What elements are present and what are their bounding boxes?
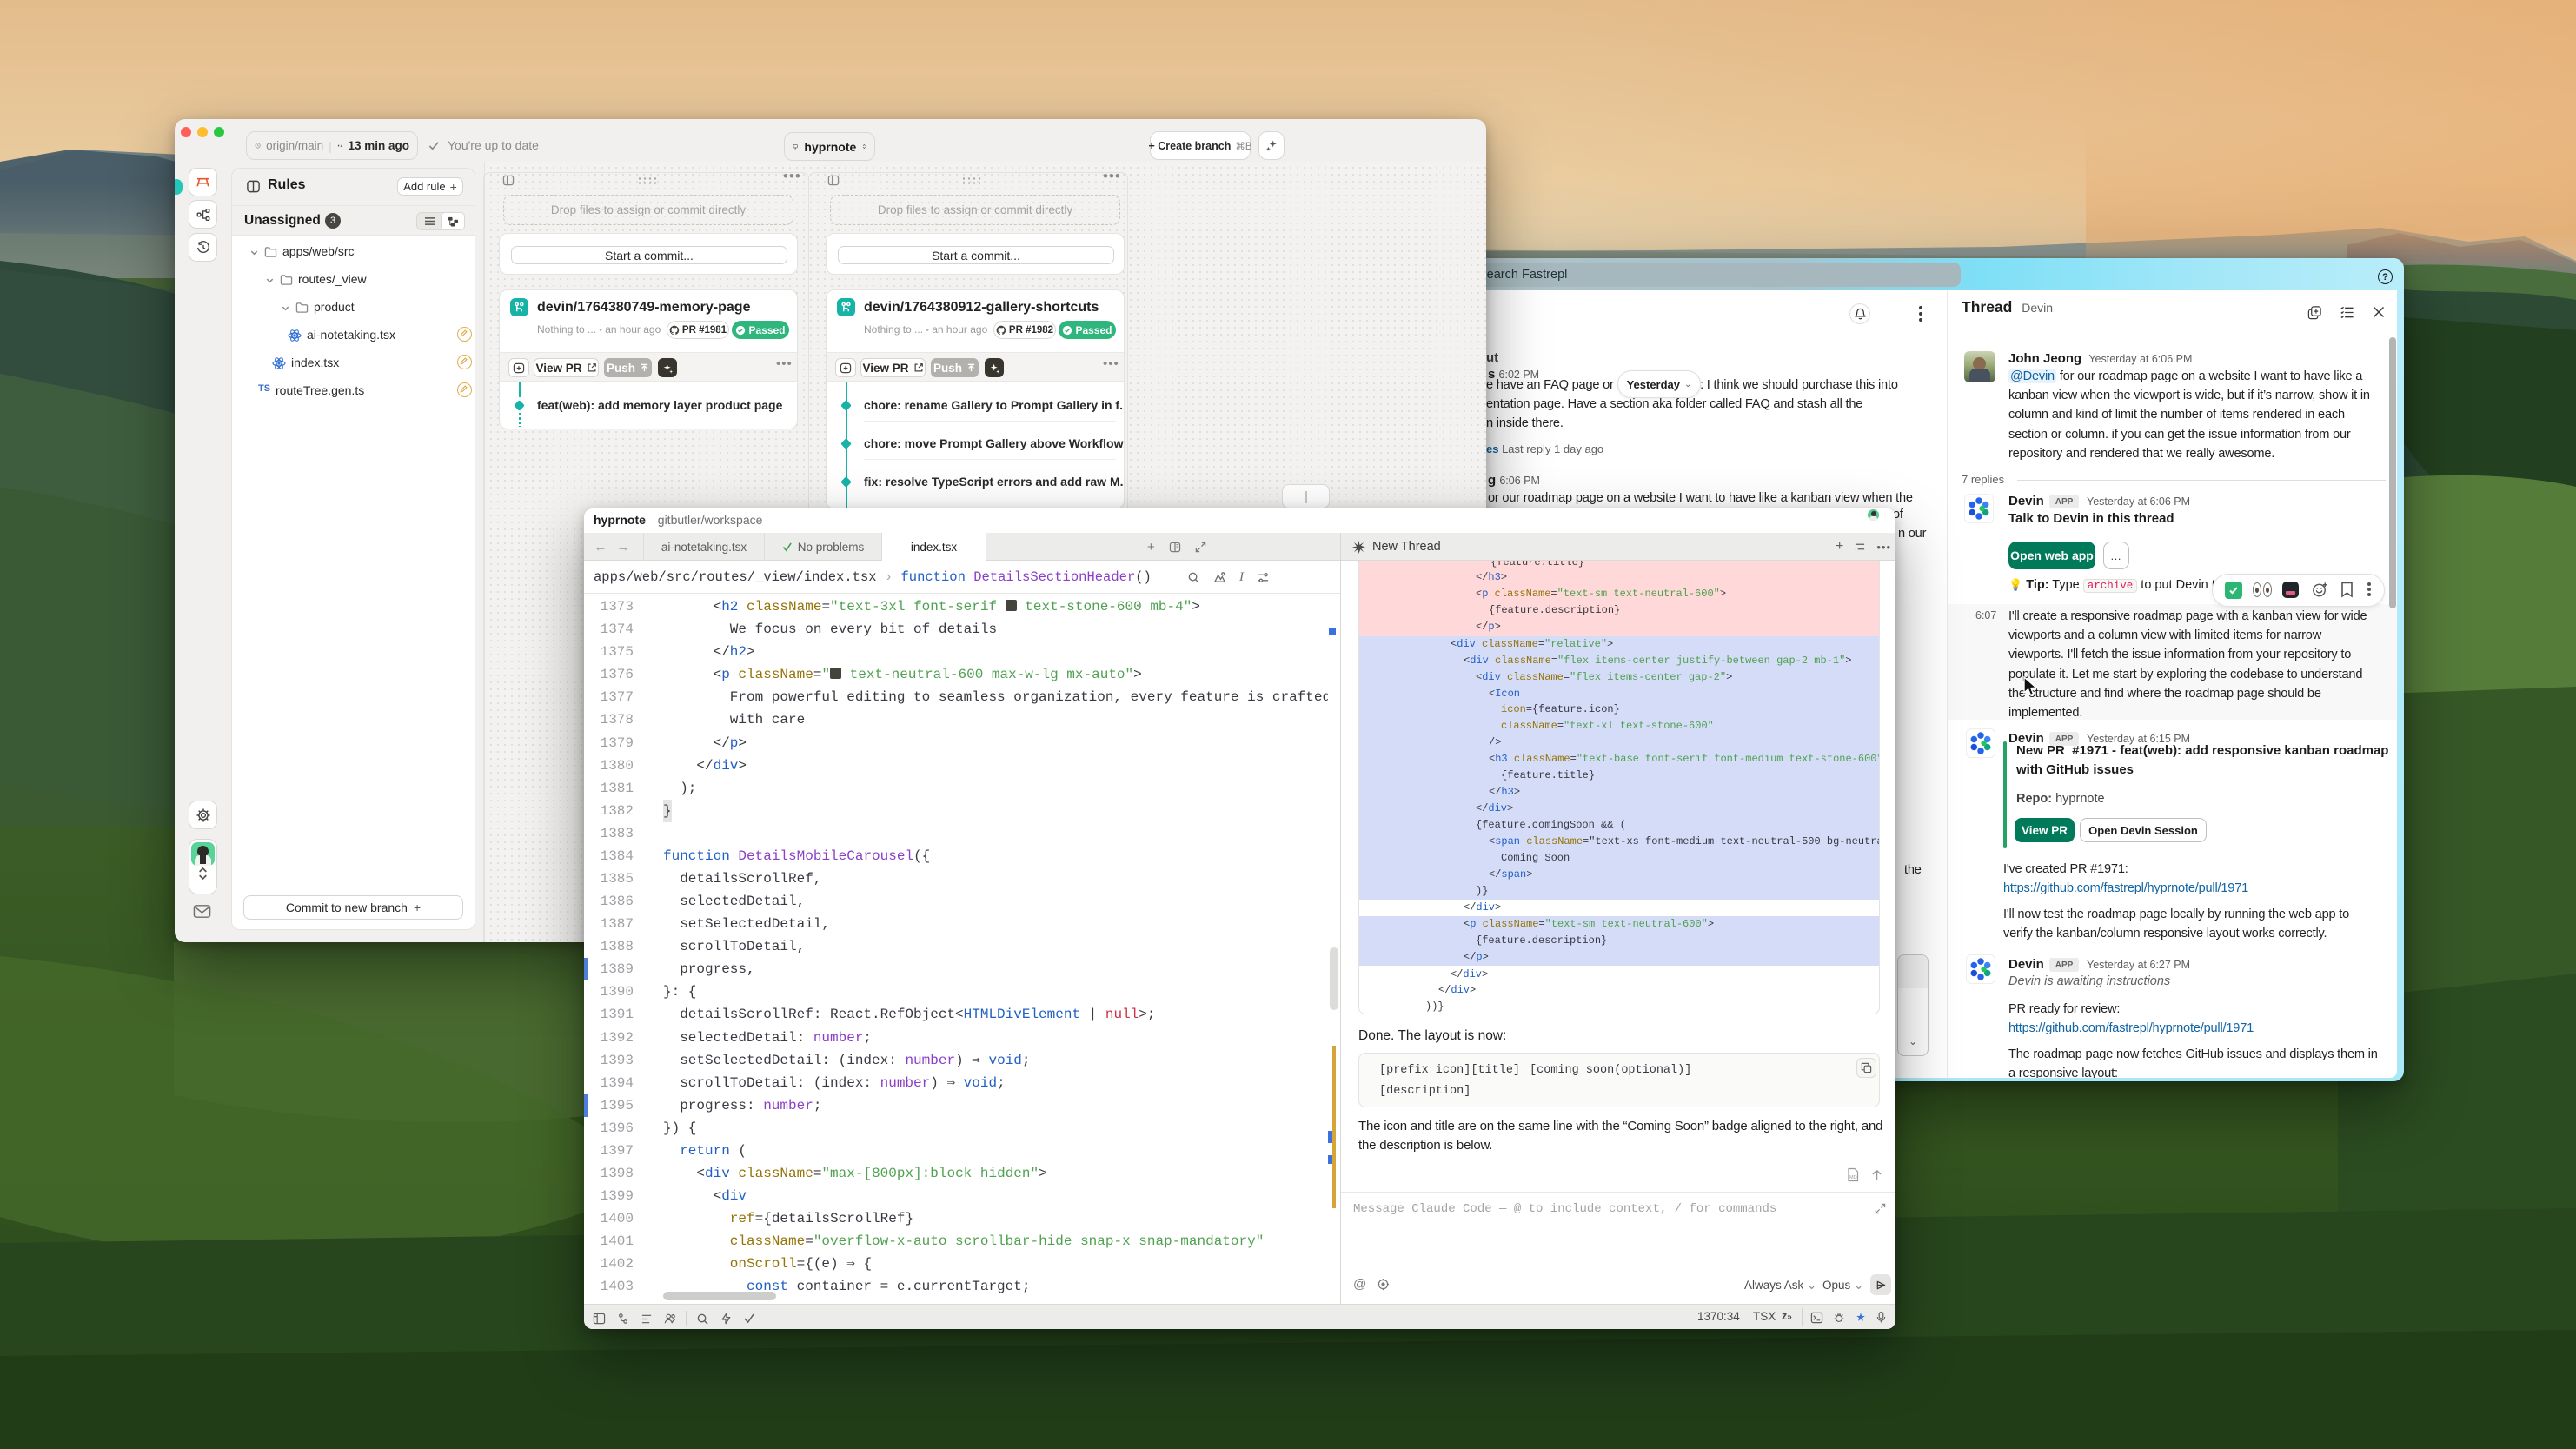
svg-text:MD: MD	[1849, 1175, 1857, 1180]
